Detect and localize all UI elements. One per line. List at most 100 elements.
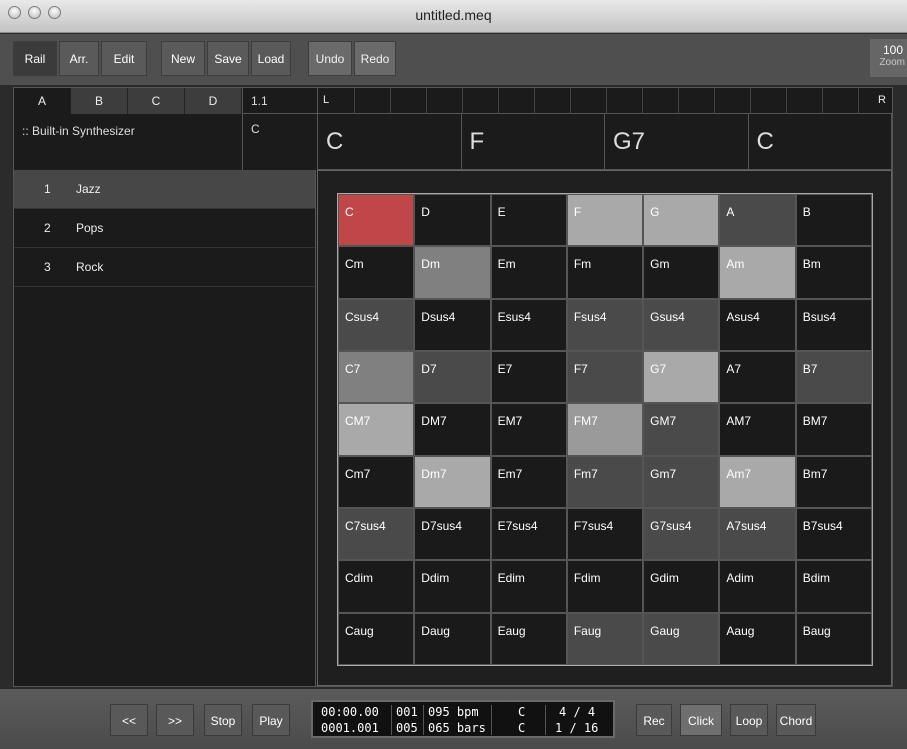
chord-cell[interactable]: Eaug bbox=[490, 612, 567, 665]
chord-cell[interactable]: Dsus4 bbox=[414, 298, 491, 351]
undo-button[interactable]: Undo bbox=[308, 41, 352, 76]
chord-cell[interactable]: Dm7 bbox=[414, 455, 491, 508]
chord-cell[interactable]: Gaug bbox=[643, 612, 720, 665]
bars-readout[interactable]: 065 bars bbox=[428, 721, 486, 735]
chord-cell[interactable]: CM7 bbox=[338, 403, 415, 456]
new-button[interactable]: New bbox=[161, 41, 205, 76]
chord-cell[interactable]: Bdim bbox=[795, 560, 872, 613]
chord-cell[interactable]: Aaug bbox=[719, 612, 796, 665]
chord-cell[interactable]: Daug bbox=[414, 612, 491, 665]
list-item-jazz[interactable]: 1 Jazz bbox=[14, 170, 315, 209]
chord-cell[interactable]: Bm7 bbox=[795, 455, 872, 508]
chord-cell[interactable]: E7sus4 bbox=[490, 507, 567, 561]
chord-cell[interactable]: C7sus4 bbox=[338, 507, 415, 561]
rewind-button[interactable]: << bbox=[110, 704, 148, 736]
chord-cell[interactable]: E bbox=[490, 194, 567, 247]
chord-cell[interactable]: Esus4 bbox=[490, 298, 567, 351]
key-readout[interactable]: C bbox=[518, 705, 525, 719]
tab-a[interactable]: A bbox=[14, 88, 71, 114]
chord-cell[interactable]: Bm bbox=[795, 246, 872, 299]
chord-cell[interactable]: Cdim bbox=[338, 560, 415, 613]
chord-cell[interactable]: B bbox=[795, 194, 872, 247]
chord-cell[interactable]: F7sus4 bbox=[566, 507, 644, 561]
chord-cell[interactable]: Bsus4 bbox=[795, 298, 872, 351]
chord-cell[interactable]: Fm bbox=[566, 246, 644, 299]
chord-cell[interactable]: Gm7 bbox=[643, 455, 720, 508]
chord-cell[interactable]: FM7 bbox=[566, 403, 644, 456]
tempo-readout[interactable]: 095 bpm bbox=[428, 705, 479, 719]
timeline-chord[interactable]: C bbox=[748, 114, 892, 170]
chord-cell[interactable]: Fm7 bbox=[566, 455, 644, 508]
chord-cell[interactable]: Asus4 bbox=[719, 298, 796, 351]
timeline-ruler[interactable]: L R bbox=[317, 88, 892, 114]
chord-cell[interactable]: Cm7 bbox=[338, 455, 415, 508]
quantize-readout[interactable]: 1 / 16 bbox=[555, 721, 598, 735]
save-button[interactable]: Save bbox=[207, 41, 249, 76]
key-readout-2[interactable]: C bbox=[518, 721, 525, 735]
chord-cell[interactable]: Fsus4 bbox=[566, 298, 644, 351]
chord-cell[interactable]: A bbox=[719, 194, 796, 247]
chord-cell[interactable]: Adim bbox=[719, 560, 796, 613]
chord-cell[interactable]: E7 bbox=[490, 350, 567, 404]
play-button[interactable]: Play bbox=[252, 704, 290, 736]
chord-cell[interactable]: Am bbox=[719, 246, 796, 299]
edit-button[interactable]: Edit bbox=[101, 41, 147, 76]
chord-cell[interactable]: Cm bbox=[338, 246, 415, 299]
chord-cell[interactable]: Caug bbox=[338, 612, 415, 665]
chord-cell[interactable]: BM7 bbox=[795, 403, 872, 456]
loop-right-marker[interactable]: R bbox=[878, 94, 886, 106]
tab-c[interactable]: C bbox=[128, 88, 185, 114]
time-signature-readout[interactable]: 4 / 4 bbox=[559, 705, 595, 719]
loop-toggle[interactable]: Loop bbox=[730, 704, 768, 736]
stop-button[interactable]: Stop bbox=[204, 704, 242, 736]
zoom-control[interactable]: 100 Zoom bbox=[870, 39, 907, 77]
chord-cell[interactable]: G7sus4 bbox=[643, 507, 720, 561]
fast-forward-button[interactable]: >> bbox=[156, 704, 194, 736]
chord-cell[interactable]: F bbox=[566, 194, 644, 247]
chord-cell[interactable]: Dm bbox=[414, 246, 491, 299]
chord-cell[interactable]: Em7 bbox=[490, 455, 567, 508]
arrange-button[interactable]: Arr. bbox=[59, 41, 99, 76]
chord-cell[interactable]: D bbox=[414, 194, 491, 247]
timeline-chord[interactable]: C bbox=[318, 114, 462, 170]
timeline-chord[interactable]: F bbox=[461, 114, 605, 170]
timeline-chord[interactable]: G7 bbox=[605, 114, 749, 170]
rail-button[interactable]: Rail bbox=[13, 41, 57, 76]
chord-cell[interactable]: GM7 bbox=[643, 403, 720, 456]
chord-cell[interactable]: Csus4 bbox=[338, 298, 415, 351]
chord-cell[interactable]: AM7 bbox=[719, 403, 796, 456]
chord-cell[interactable]: DM7 bbox=[414, 403, 491, 456]
list-item-rock[interactable]: 3 Rock bbox=[14, 248, 315, 287]
chord-cell[interactable]: B7 bbox=[795, 350, 872, 404]
chord-cell[interactable]: D7sus4 bbox=[414, 507, 491, 561]
chord-cell[interactable]: C7 bbox=[338, 350, 415, 404]
chord-cell[interactable]: A7sus4 bbox=[719, 507, 796, 561]
chord-cell[interactable]: Baug bbox=[795, 612, 872, 665]
loop-left-marker[interactable]: L bbox=[323, 94, 329, 106]
chord-cell[interactable]: Edim bbox=[490, 560, 567, 613]
chord-cell[interactable]: F7 bbox=[566, 350, 644, 404]
redo-button[interactable]: Redo bbox=[354, 41, 396, 76]
chord-cell[interactable]: Fdim bbox=[566, 560, 644, 613]
chord-cell[interactable]: A7 bbox=[719, 350, 796, 404]
load-button[interactable]: Load bbox=[251, 41, 291, 76]
chord-cell[interactable]: Gdim bbox=[643, 560, 720, 613]
chord-cell[interactable]: Em bbox=[490, 246, 567, 299]
chord-cell[interactable]: G7 bbox=[643, 350, 720, 404]
chord-cell[interactable]: Ddim bbox=[414, 560, 491, 613]
tab-b[interactable]: B bbox=[71, 88, 128, 114]
chord-cell[interactable]: EM7 bbox=[490, 403, 567, 456]
tab-d[interactable]: D bbox=[185, 88, 242, 114]
chord-cell[interactable]: Gsus4 bbox=[643, 298, 720, 351]
chord-cell[interactable]: D7 bbox=[414, 350, 491, 404]
chord-cell[interactable]: Am7 bbox=[719, 455, 796, 508]
chord-cell[interactable]: C bbox=[338, 194, 415, 247]
chord-toggle[interactable]: Chord bbox=[776, 704, 816, 736]
click-toggle[interactable]: Click bbox=[680, 704, 722, 736]
chord-cell[interactable]: Gm bbox=[643, 246, 720, 299]
chord-cell[interactable]: G bbox=[643, 194, 720, 247]
record-button[interactable]: Rec bbox=[636, 704, 672, 736]
list-item-pops[interactable]: 2 Pops bbox=[14, 209, 315, 248]
chord-cell[interactable]: B7sus4 bbox=[795, 507, 872, 561]
synth-label[interactable]: :: Built-in Synthesizer bbox=[14, 114, 242, 169]
